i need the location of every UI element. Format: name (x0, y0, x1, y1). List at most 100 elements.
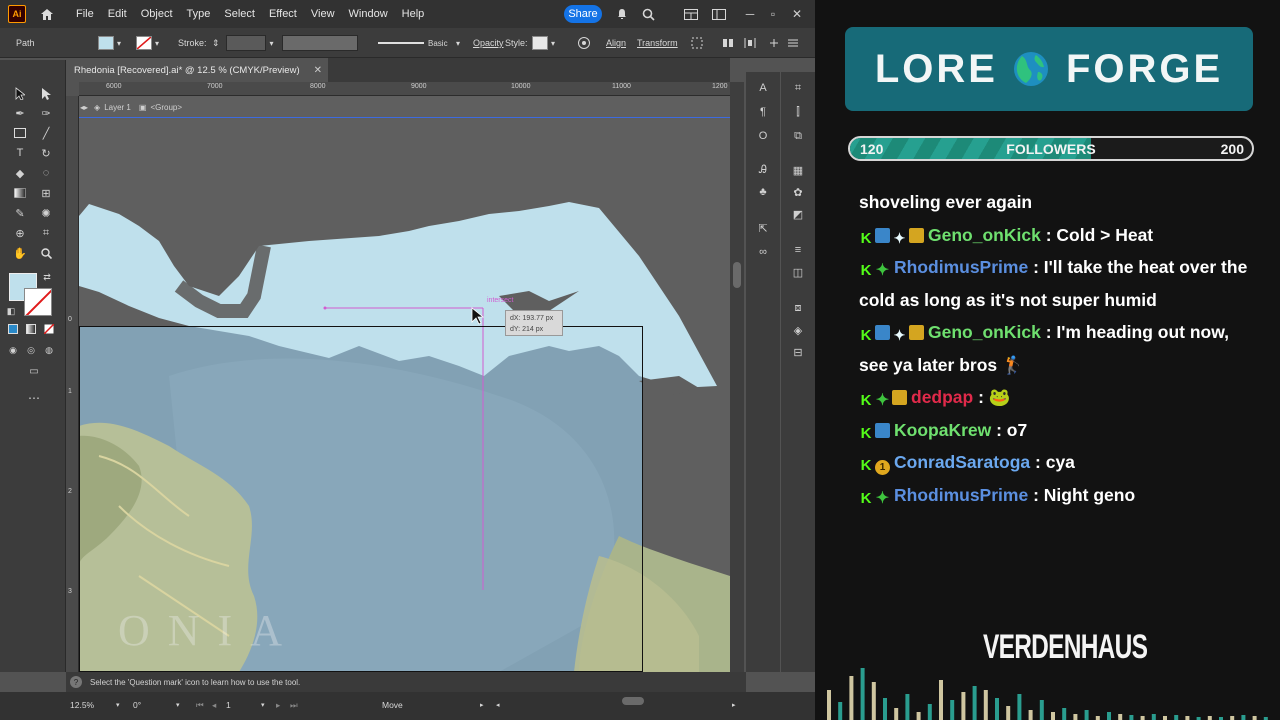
stroke-weight-input[interactable] (225, 35, 266, 51)
blend-tool-icon[interactable]: ⊞ (36, 184, 56, 202)
align-panel-icon[interactable]: ⫿ (790, 104, 806, 120)
asset-export-panel-icon[interactable]: ⊟ (790, 344, 806, 360)
hand-tool-icon[interactable]: ✋ (10, 244, 30, 262)
menu-edit[interactable]: Edit (108, 8, 127, 20)
none-mode-icon[interactable] (42, 322, 56, 336)
rotate-tool-icon[interactable]: ↻ (36, 144, 56, 162)
draw-normal-icon[interactable]: ◉ (6, 343, 20, 357)
draw-behind-icon[interactable]: ◎ (24, 343, 38, 357)
lasso-tool-icon[interactable]: ◌ (36, 164, 56, 182)
menu-file[interactable]: File (76, 8, 94, 20)
breadcrumb-group[interactable]: <Group> (150, 103, 182, 112)
color-mode-icon[interactable] (6, 322, 20, 336)
selection-tool-icon[interactable] (10, 84, 30, 102)
rotation-dropdown-icon[interactable]: ▾ (176, 698, 180, 712)
artboards-panel-icon[interactable]: ⧈ (790, 300, 806, 316)
menu-help[interactable]: Help (402, 8, 425, 20)
rotation-value[interactable]: 0° (133, 698, 141, 712)
workspace-icon[interactable] (711, 6, 727, 22)
direct-selection-tool-icon[interactable] (36, 84, 56, 102)
artboard-tool-icon[interactable]: ⌗ (36, 224, 56, 242)
rectangle-tool-icon[interactable] (10, 124, 30, 142)
export-panel-icon[interactable]: ⇱ (755, 220, 771, 236)
gradient-mode-icon[interactable] (24, 322, 38, 336)
stroke-swatch[interactable] (136, 36, 152, 50)
default-colors-icon[interactable]: ◧ (4, 304, 18, 318)
menu-effect[interactable]: Effect (269, 8, 297, 20)
menu-select[interactable]: Select (224, 8, 255, 20)
swap-fill-stroke-icon[interactable]: ⇄ (40, 270, 54, 284)
stroke-panel-icon[interactable]: ≡ (790, 242, 806, 258)
scroll-right-icon[interactable]: ▸ (732, 698, 736, 712)
scroll-thumb[interactable] (733, 262, 741, 288)
last-artboard-icon[interactable]: ⏭ (290, 698, 298, 712)
vertical-scrollbar[interactable] (730, 82, 744, 672)
zoom-tool-icon[interactable] (36, 244, 56, 262)
bell-icon[interactable] (614, 6, 630, 22)
fill-swatch[interactable] (98, 36, 114, 50)
align-link[interactable]: Align (606, 28, 626, 58)
control-menu-icon[interactable] (787, 37, 799, 49)
close-tab-icon[interactable]: ✕ (314, 65, 322, 76)
menu-object[interactable]: Object (141, 8, 173, 20)
menu-window[interactable]: Window (349, 8, 388, 20)
arrange-documents-icon[interactable] (683, 6, 699, 22)
layers-panel-icon[interactable]: ◈ (790, 322, 806, 338)
align-options-icon[interactable] (722, 37, 734, 49)
zoom-level[interactable]: 12.5% (70, 698, 94, 712)
transform-options-icon[interactable] (768, 37, 780, 49)
question-mark-icon[interactable]: ? (70, 676, 82, 688)
color-panel-icon[interactable]: ▦ (790, 162, 806, 178)
edit-toolbar-icon[interactable]: ⋯ (24, 390, 44, 406)
close-icon[interactable]: ✕ (789, 6, 805, 22)
graphic-style-swatch[interactable] (532, 36, 548, 50)
next-artboard-icon[interactable]: ▸ (276, 698, 280, 712)
symbols-panel-icon[interactable]: ♣ (755, 184, 771, 200)
eyedropper-tool-icon[interactable]: ✎ (10, 204, 30, 222)
pen-tool-icon[interactable]: ✒ (10, 104, 30, 122)
symbol-sprayer-icon[interactable]: ✺ (36, 204, 56, 222)
back-arrow-icon[interactable]: ◂▸ (80, 103, 88, 112)
transform-panel-icon[interactable]: ⌗ (790, 80, 806, 96)
search-icon[interactable] (640, 6, 656, 22)
variable-width-field[interactable] (282, 35, 358, 51)
stroke-stepper-icon[interactable]: ⇕ (212, 38, 220, 49)
horizontal-scroll-thumb[interactable] (622, 697, 644, 705)
breadcrumb-layer[interactable]: Layer 1 (104, 103, 131, 112)
swatches-panel-icon[interactable]: ✿ (790, 184, 806, 200)
paintbrush-tool-icon[interactable]: ╱ (36, 124, 56, 142)
eraser-tool-icon[interactable]: ◆ (10, 164, 30, 182)
brush-definition-label[interactable]: Basic (428, 28, 448, 58)
curvature-tool-icon[interactable]: ✑ (36, 104, 56, 122)
status-menu-icon[interactable]: ▸ (480, 698, 484, 712)
artboard-dropdown-icon[interactable]: ▾ (261, 698, 265, 712)
glyphs-panel-icon[interactable]: Ꭿ (755, 162, 771, 178)
draw-inside-icon[interactable]: ◍ (42, 343, 56, 357)
home-icon[interactable] (36, 3, 58, 25)
opacity-label[interactable]: Opacity (473, 28, 504, 58)
type-tool-icon[interactable]: T (10, 144, 30, 162)
gradient-panel-icon[interactable]: ◩ (790, 206, 806, 222)
screen-mode-icon[interactable]: ▭ (24, 363, 44, 379)
paragraph-panel-icon[interactable]: ¶ (755, 104, 771, 120)
character-panel-icon[interactable]: A (755, 80, 771, 96)
menu-type[interactable]: Type (187, 8, 211, 20)
shape-builder-icon[interactable]: ⊕ (10, 224, 30, 242)
previous-artboard-icon[interactable]: ◂ (212, 698, 216, 712)
menu-view[interactable]: View (311, 8, 335, 20)
gradient-tool-icon[interactable] (10, 184, 30, 202)
transparency-panel-icon[interactable]: ◫ (790, 264, 806, 280)
transform-link[interactable]: Transform (637, 28, 678, 58)
artboard-number[interactable]: 1 (226, 698, 231, 712)
share-button[interactable]: Share (564, 5, 602, 23)
opentype-panel-icon[interactable]: O (755, 128, 771, 144)
stroke-color-box[interactable] (24, 288, 52, 316)
document-tab[interactable]: Rhedonia [Recovered].ai* @ 12.5 % (CMYK/… (66, 58, 328, 82)
recolor-artwork-icon[interactable] (577, 36, 591, 50)
zoom-dropdown-icon[interactable]: ▾ (116, 698, 120, 712)
distribute-icon[interactable] (744, 37, 756, 49)
maximize-icon[interactable]: ▫ (765, 6, 781, 22)
isolate-object-icon[interactable] (691, 37, 703, 49)
scroll-left-icon[interactable]: ◂ (496, 698, 500, 712)
pathfinder-panel-icon[interactable]: ⧉ (790, 128, 806, 144)
